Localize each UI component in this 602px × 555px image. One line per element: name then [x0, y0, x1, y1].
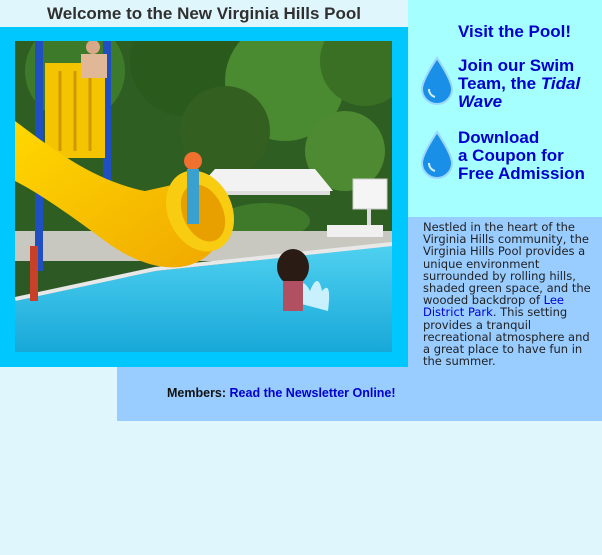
pool-scene-image — [15, 41, 392, 352]
members-line: Members: Read the Newsletter Online! — [167, 386, 396, 400]
header: Welcome to the New Virginia Hills Pool — [0, 0, 408, 27]
description-text: Nestled in the heart of the Virginia Hil… — [423, 221, 595, 367]
description-panel: Nestled in the heart of the Virginia Hil… — [408, 217, 602, 421]
members-panel: Members: Read the Newsletter Online! — [117, 367, 408, 421]
visit-pool-link[interactable]: Visit the Pool! — [458, 22, 571, 42]
pool-photo — [15, 41, 392, 352]
coupon-link[interactable]: Download a Coupon for Free Admission — [458, 129, 585, 183]
water-drop-icon — [420, 56, 454, 105]
members-label: Members: — [167, 386, 227, 400]
coupon-line2: a Coupon for — [458, 146, 564, 165]
links-panel: Visit the Pool! Join our Swim Team, the … — [408, 0, 602, 217]
water-drop-icon — [420, 130, 454, 179]
newsletter-link[interactable]: Read the Newsletter Online! — [230, 386, 396, 400]
swim-team-link[interactable]: Join our Swim Team, the Tidal Wave — [458, 57, 602, 111]
page-title: Welcome to the New Virginia Hills Pool — [47, 4, 361, 23]
coupon-line3: Free Admission — [458, 164, 585, 183]
description-intro: Nestled in the heart of the Virginia Hil… — [423, 220, 591, 308]
photo-frame — [0, 27, 408, 367]
coupon-line1: Download — [458, 128, 540, 147]
